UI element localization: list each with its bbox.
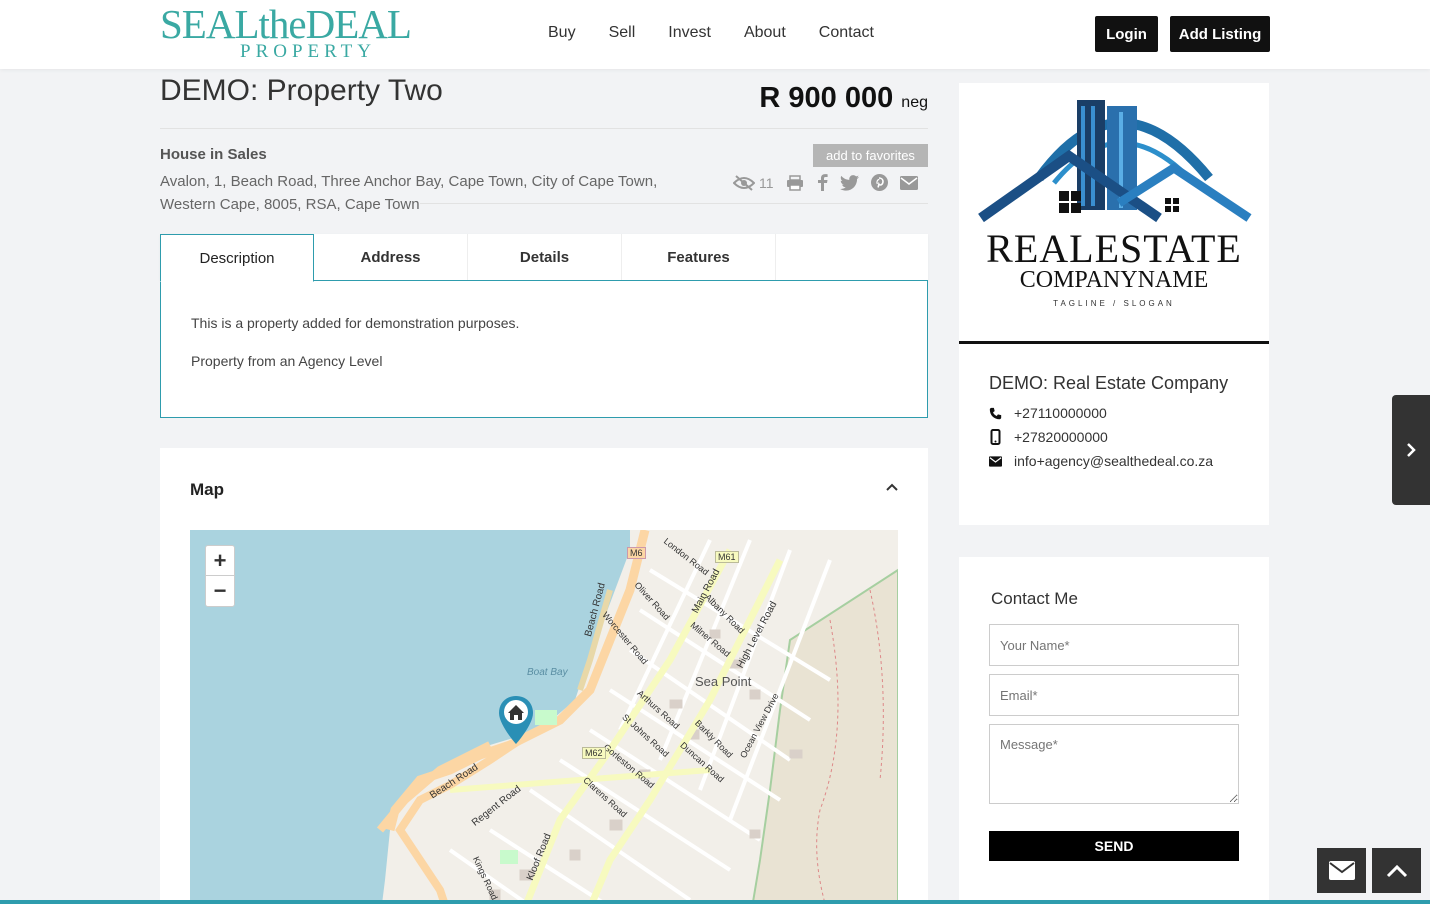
add-listing-button[interactable]: Add Listing [1170,16,1270,52]
tab-features[interactable]: Features [622,234,776,281]
eye-slash-icon [733,174,755,191]
property-map[interactable]: Sea Point Boat Bay Beach Road Beach Road… [190,530,898,904]
bottom-accent-bar [0,900,1430,904]
name-field[interactable] [989,624,1239,666]
nav-contact[interactable]: Contact [819,24,874,42]
contact-title: Contact Me [991,589,1078,608]
scroll-to-top-button[interactable] [1372,848,1421,893]
map-zoom-control: + − [205,545,235,607]
route-shield: M6 [627,547,646,559]
tab-address[interactable]: Address [314,234,468,281]
property-title: DEMO: Property Two [160,74,443,107]
envelope-icon [989,455,1002,467]
agent-phone-text: +27110000000 [1014,405,1107,421]
nav-buy[interactable]: Buy [548,24,576,42]
price-value: R 900 000 [759,82,894,114]
zoom-out-button[interactable]: − [206,576,234,606]
agent-mobile-text: +27820000000 [1014,429,1108,445]
map-label: Sea Point [695,674,752,689]
agent-card: REALESTATE COMPANYNAME TAGLINE / SLOGAN … [959,83,1269,525]
property-tabs: Description Address Details Features [160,234,928,282]
description-line: This is a property added for demonstrati… [191,315,520,331]
agent-logo: REALESTATE COMPANYNAME TAGLINE / SLOGAN [959,83,1269,344]
description-panel: This is a property added for demonstrati… [160,280,928,418]
logo-wordmark: SEALtheDEAL [160,1,412,47]
agent-email[interactable]: info+agency@sealthedeal.co.za [989,453,1213,469]
tab-details[interactable]: Details [468,234,622,281]
agent-email-text: info+agency@sealthedeal.co.za [1014,453,1214,469]
nav-about[interactable]: About [744,24,786,42]
zoom-in-button[interactable]: + [206,546,234,576]
phone-icon [989,407,1002,419]
facebook-icon[interactable] [816,174,828,191]
price-suffix: neg [901,94,928,111]
tab-description[interactable]: Description [160,234,314,282]
site-header: SEALtheDEAL PROPERTY Buy Sell Invest Abo… [0,0,1430,69]
site-logo[interactable]: SEALtheDEAL PROPERTY [160,4,450,64]
add-to-favorites-button[interactable]: add to favorites [813,144,928,167]
route-shield: M61 [715,551,739,563]
pinterest-icon[interactable] [870,174,888,191]
divider [420,203,928,204]
share-icons: 11 [733,174,918,191]
chevron-right-icon [1407,443,1416,457]
map-heading: Map [190,480,224,499]
floating-contact-button[interactable] [1317,848,1366,893]
views-counter: 11 [733,175,774,191]
chevron-up-icon [1386,864,1407,877]
email-share-icon[interactable] [899,175,918,190]
send-button[interactable]: SEND [989,831,1239,861]
email-field[interactable] [989,674,1239,716]
views-count: 11 [759,174,774,191]
agent-name: DEMO: Real Estate Company [989,373,1229,393]
property-address: Avalon, 1, Beach Road, Three Anchor Bay,… [160,173,658,213]
logo-company-sub: COMPANYNAME [1019,267,1209,293]
chevron-up-icon[interactable] [886,483,898,492]
side-panel-toggle[interactable] [1392,395,1430,505]
nav-sell[interactable]: Sell [609,24,636,42]
property-marker-icon[interactable] [498,695,534,745]
property-price: R 900 000 neg [759,82,928,115]
route-shield: M62 [582,747,606,759]
agent-mobile[interactable]: +27820000000 [989,429,1108,445]
mobile-icon [990,429,1001,445]
contact-form: Contact Me SEND [959,557,1269,904]
nav-invest[interactable]: Invest [668,24,711,42]
logo-company-main: REALESTATE [986,226,1242,271]
twitter-icon[interactable] [839,174,859,191]
map-label: Boat Bay [527,667,568,678]
message-field[interactable] [989,724,1239,804]
print-icon[interactable] [786,174,804,191]
description-line: Property from an Agency Level [191,353,383,369]
main-nav: Buy Sell Invest About Contact [548,24,907,42]
agent-phone[interactable]: +27110000000 [989,405,1107,421]
logo-subtitle: PROPERTY [240,41,376,62]
property-type: House in Sales [160,146,267,163]
login-button[interactable]: Login [1095,16,1158,52]
divider [160,128,928,129]
logo-tagline: TAGLINE / SLOGAN [1053,299,1175,308]
map-section: Map Sea Point Boat Bay Beach Road Beach … [160,448,928,904]
envelope-icon [1328,861,1355,880]
